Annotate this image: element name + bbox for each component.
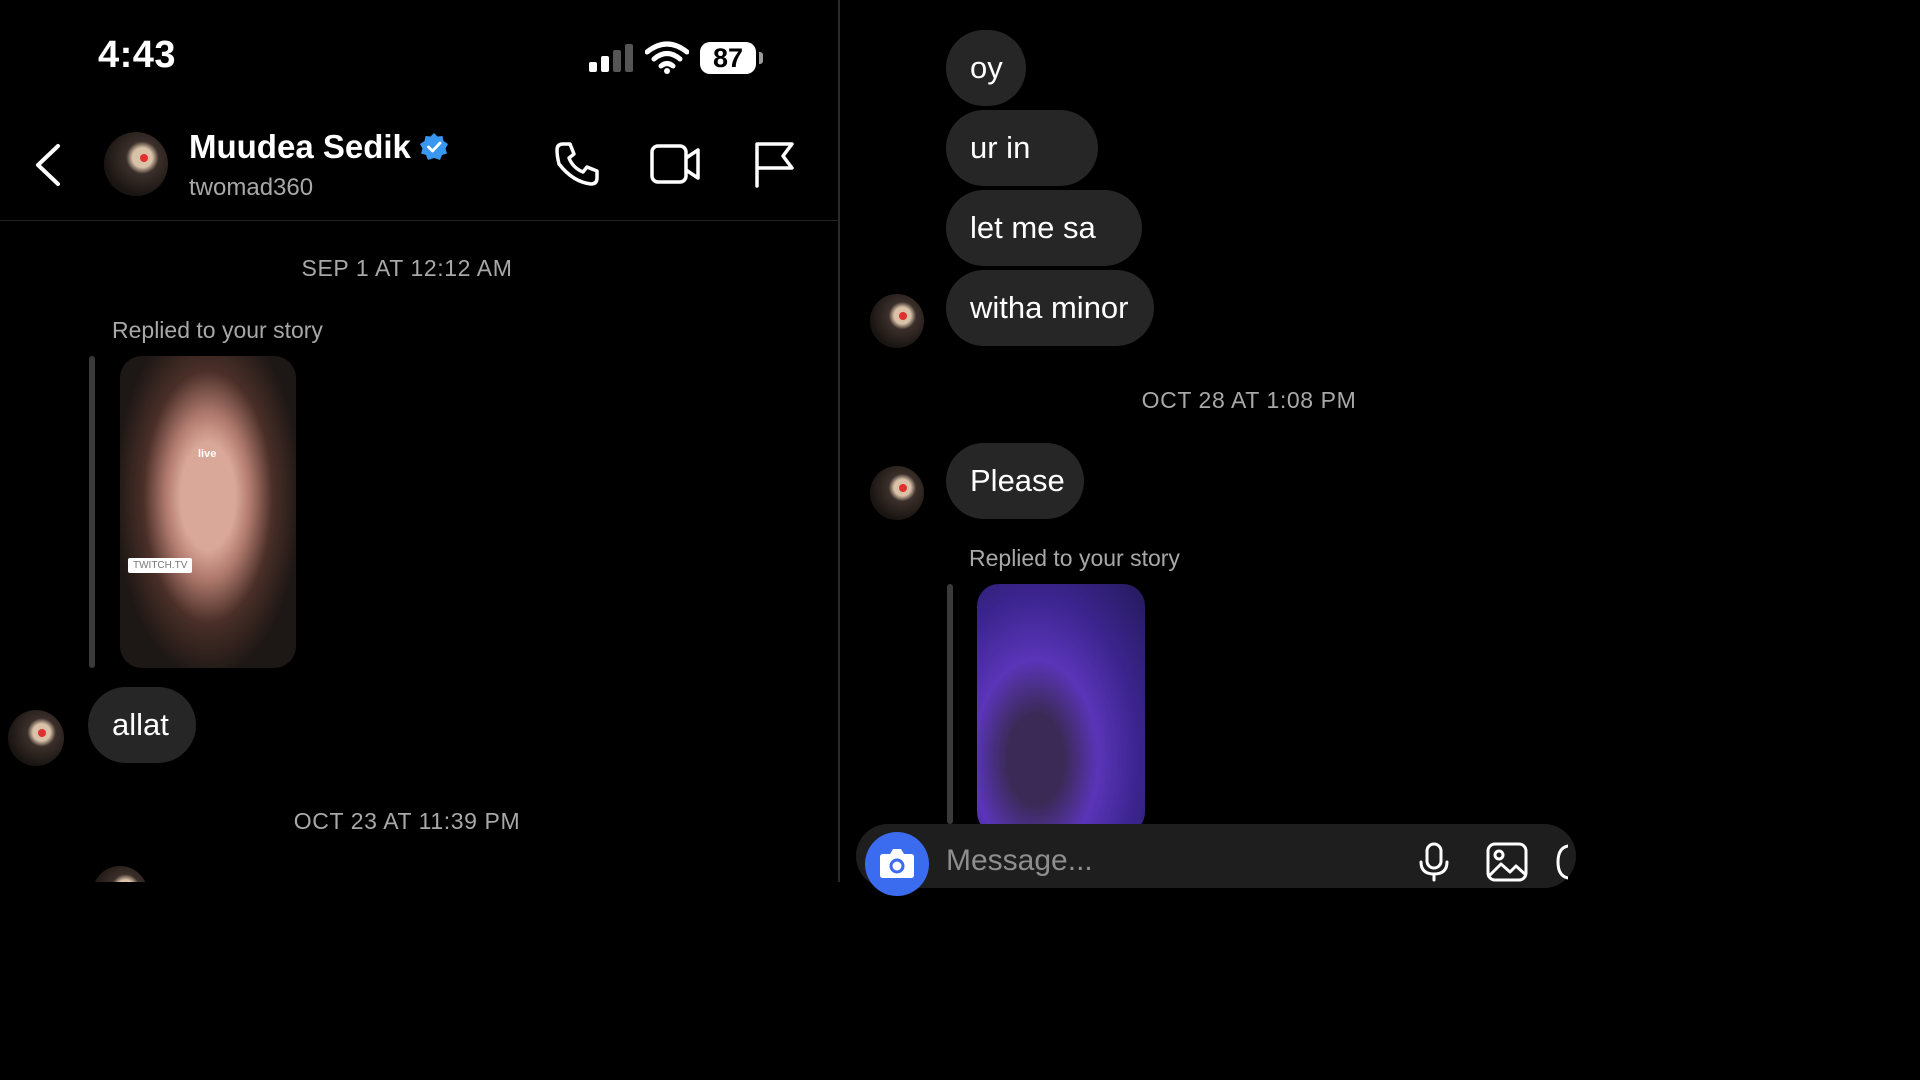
story-thumbnail[interactable]: live TWITCH.TV [120,356,296,668]
story-reply-label: Replied to your story [969,545,1180,571]
status-time: 4:43 [98,34,177,76]
gallery-icon[interactable] [1486,842,1528,882]
camera-icon [880,849,914,878]
message-input[interactable] [946,844,1366,878]
message-bubble[interactable]: ur in LA [946,110,1098,241]
battery-indicator: 87 [700,42,756,74]
message-bubble[interactable]: allat [88,687,196,763]
sender-avatar[interactable] [92,866,148,882]
left-screenshot-panel: 4:43 87 Muudea Sedik twomad360 SEP 1 AT … [0,0,838,882]
phone-call-icon[interactable] [553,140,601,188]
contact-username: twomad360 [189,174,314,201]
video-call-icon[interactable] [650,140,702,188]
cellular-signal-icon [589,44,633,72]
camera-button[interactable] [865,832,929,896]
story-link-sticker[interactable]: TWITCH.TV [128,558,193,573]
sticker-icon[interactable] [1556,842,1568,882]
sender-avatar[interactable] [8,710,64,766]
message-timestamp: OCT 28 AT 1:08 PM [1141,387,1357,413]
message-bubble[interactable]: Please [946,443,1084,519]
sender-avatar[interactable] [870,466,924,520]
contact-name: Muudea Sedik [189,128,411,165]
message-bubble[interactable]: witha minor [946,270,1154,346]
wifi-icon [645,41,689,74]
contact-name-row[interactable]: Muudea Sedik [189,128,449,166]
story-reply-bar [947,584,953,824]
story-live-tag: live [198,448,217,460]
message-timestamp: OCT 23 AT 11:39 PM [293,808,521,834]
story-thumbnail[interactable] [977,584,1145,834]
microphone-icon[interactable] [1417,842,1451,882]
battery-nub [759,52,763,64]
report-flag-icon[interactable] [752,140,796,188]
story-reply-label: Replied to your story [112,317,323,343]
message-timestamp: SEP 1 AT 12:12 AM [301,255,513,281]
chat-header: Muudea Sedik twomad360 [0,110,838,221]
contact-avatar[interactable] [104,132,168,196]
verified-badge-icon [419,133,448,160]
message-bubble[interactable]: oy [946,30,1026,106]
sender-avatar[interactable] [870,294,924,348]
right-screenshot-panel: oy ur in LA let me sa u witha minor OCT … [840,0,1568,882]
back-chevron-icon[interactable] [30,142,70,188]
story-reply-bar [89,356,95,668]
message-bubble[interactable]: let me sa u [946,190,1142,321]
